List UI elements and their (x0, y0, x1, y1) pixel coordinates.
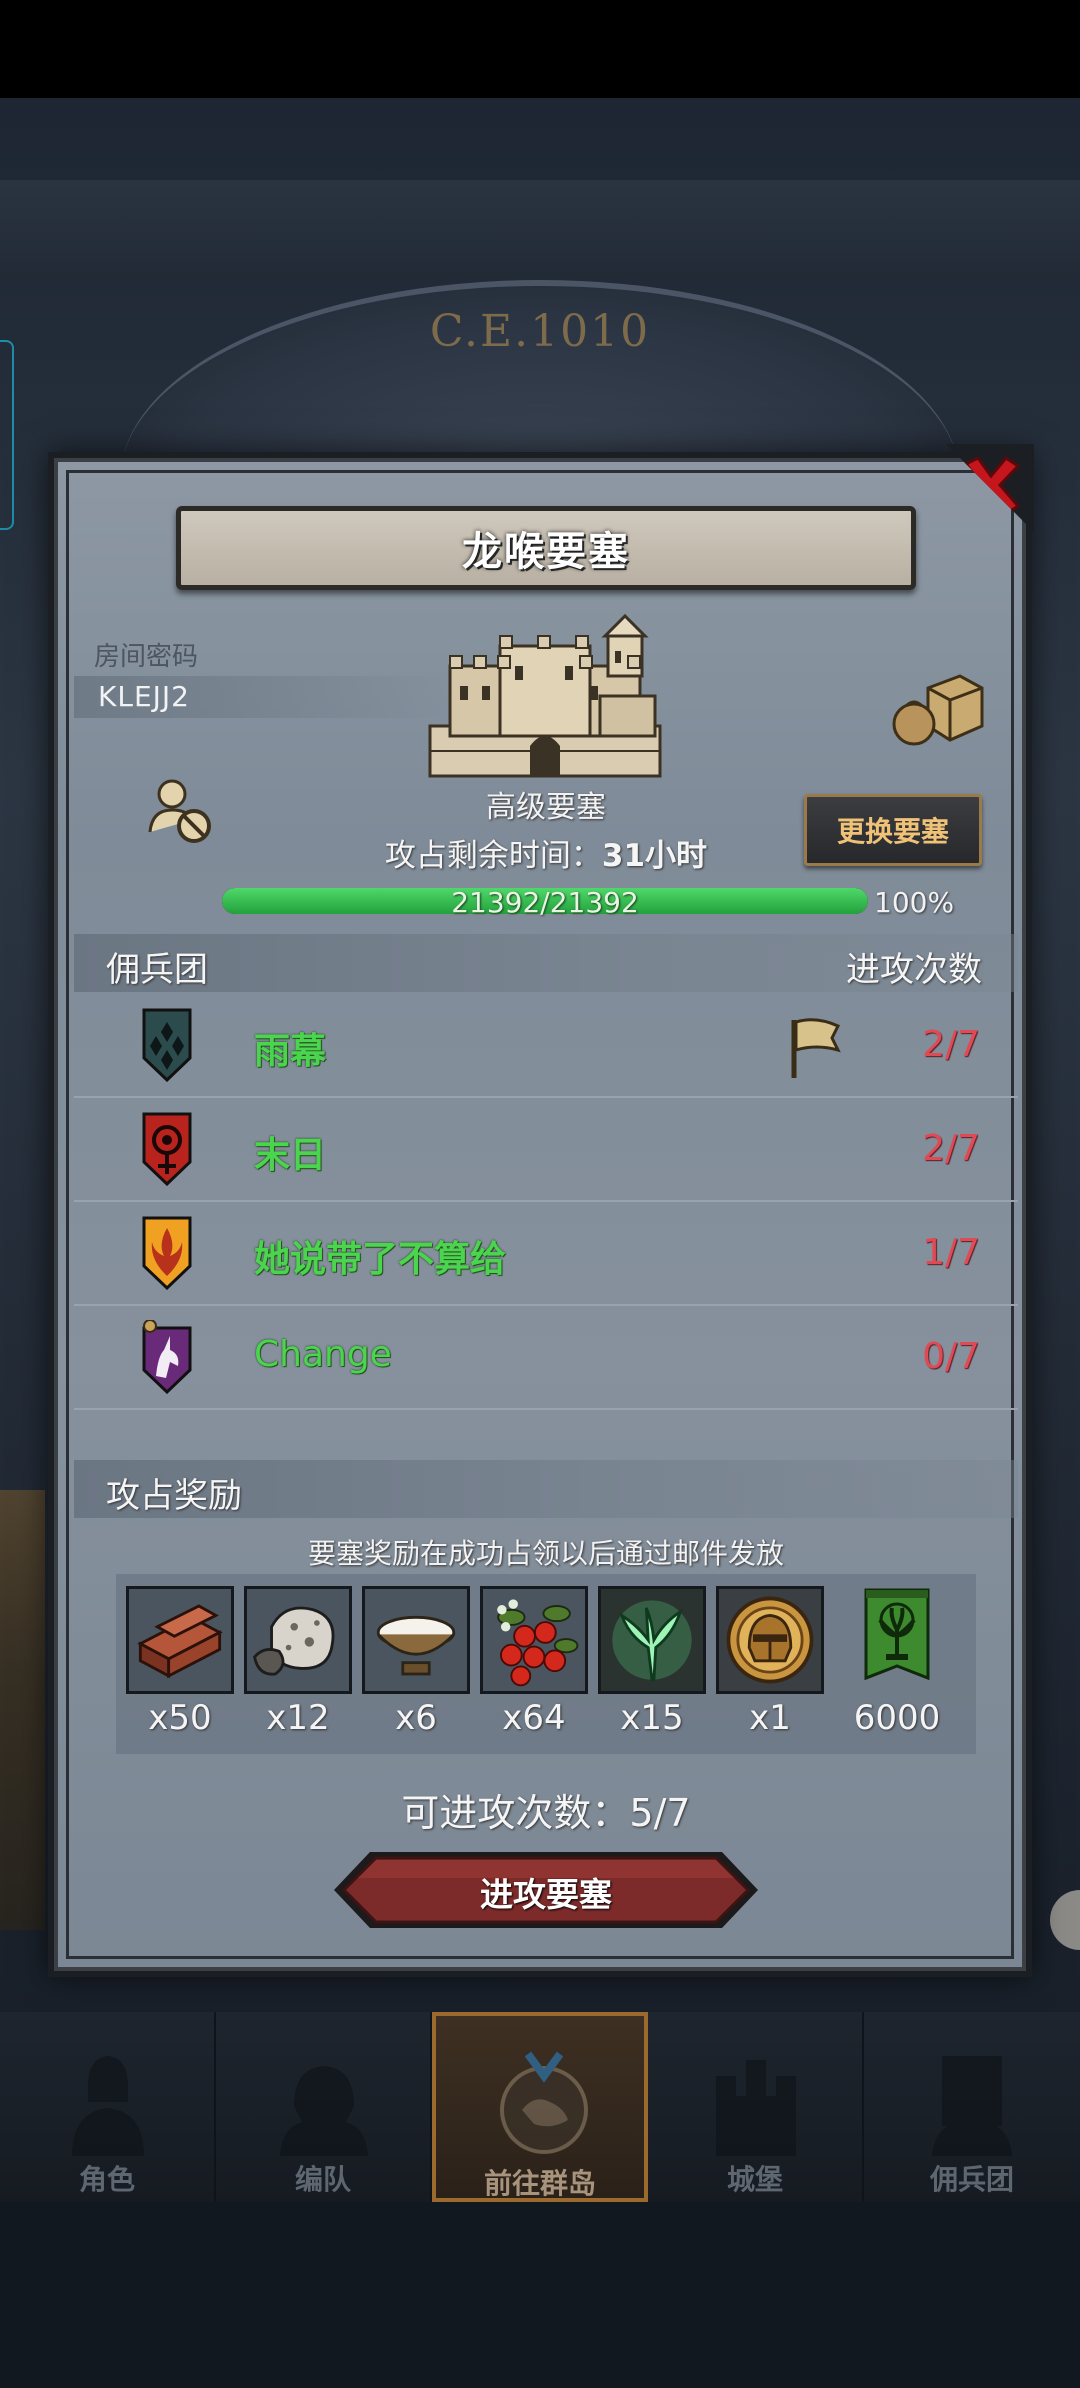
reward-item[interactable]: x15 (598, 1586, 706, 1738)
mercenary-attack-count: 2/7 (922, 1128, 980, 1169)
side-decoration (0, 1490, 45, 1930)
remaining-time-value: 31小时 (601, 838, 708, 874)
fortress-hp-percent: 100% (874, 886, 955, 919)
mercenary-name: 雨幕 (254, 1031, 327, 1072)
reward-slot (480, 1586, 588, 1694)
nav-label: 编队 (294, 2163, 351, 2196)
green-spirit-tree-icon (601, 1589, 703, 1691)
reward-slot (126, 1586, 234, 1694)
mercenary-row[interactable]: 她说带了不算给 1/7 (74, 1202, 1018, 1306)
reward-item[interactable]: x12 (244, 1586, 352, 1738)
red-eye-shield-icon (142, 1112, 192, 1186)
bottom-nav: 角色 编队 前往群岛 城堡 佣兵团 (0, 2012, 1080, 2202)
nav-tab-formation[interactable]: 编队 (216, 2012, 432, 2202)
nav-label: 前往群岛 (483, 2167, 596, 2200)
reward-quantity: x50 (148, 1698, 212, 1738)
helmet-group-icon (280, 2066, 368, 2156)
golden-helmet-coin-icon (719, 1589, 821, 1691)
mercenary-row[interactable]: 末日 2/7 (74, 1098, 1018, 1202)
nav-tab-castle[interactable]: 城堡 (648, 2012, 864, 2202)
reward-slot (834, 1586, 960, 1694)
nav-tab-islands[interactable]: 前往群岛 (432, 2012, 648, 2202)
reward-slot (598, 1586, 706, 1694)
mercenary-attack-count: 0/7 (922, 1336, 980, 1377)
remaining-time-label: 攻占剩余时间： (384, 838, 602, 874)
milk-bowl-icon (365, 1589, 467, 1691)
attack-fortress-label: 进攻要塞 (480, 1875, 612, 1914)
reward-quantity: x12 (266, 1698, 330, 1738)
reward-quantity: x15 (620, 1698, 684, 1738)
reward-quantity: 6000 (853, 1698, 941, 1738)
mercenary-banner-icon (932, 2056, 1012, 2156)
reward-header: 攻占奖励 (106, 1476, 242, 1516)
tree-banner-icon (864, 1588, 930, 1681)
panel-title: 龙喉要塞 (462, 529, 630, 575)
fortress-panel: 龙喉要塞 房间密码 KLEJJ2 高级要塞 更换要塞 攻占剩余时间：31小时 2… (48, 444, 1034, 1977)
attack-count-header: 进攻次数 (846, 950, 982, 990)
title-banner: 龙喉要塞 (176, 506, 916, 590)
reward-quantity: x1 (749, 1698, 791, 1738)
mercenary-name: 末日 (254, 1135, 327, 1176)
close-button[interactable] (946, 444, 1034, 532)
reward-quantity: x64 (502, 1698, 566, 1738)
reward-slot (362, 1586, 470, 1694)
unicorn-shield-icon (142, 1320, 192, 1394)
remaining-time: 攻占剩余时间：31小时 (54, 830, 1038, 875)
nav-label: 城堡 (726, 2163, 783, 2196)
bottom-area (0, 2202, 1080, 2388)
supplies-crate-icon[interactable] (890, 668, 986, 748)
mercenary-header: 佣兵团 (106, 950, 208, 990)
reward-item[interactable]: x6 (362, 1586, 470, 1738)
fortress-castle-icon (428, 613, 662, 778)
attack-fortress-button[interactable]: 进攻要塞 (330, 1848, 762, 1932)
reward-item[interactable]: x64 (480, 1586, 588, 1738)
nav-label: 佣兵团 (929, 2163, 1014, 2196)
reward-item[interactable]: x1 (716, 1586, 824, 1738)
reward-item[interactable]: 6000 (834, 1586, 960, 1738)
berries-icon (483, 1589, 585, 1691)
close-icon (961, 456, 1021, 517)
reward-slot (244, 1586, 352, 1694)
ore-chunk-icon (247, 1589, 349, 1691)
mercenary-row[interactable]: 雨幕 2/7 (74, 994, 1018, 1098)
side-tab[interactable] (0, 340, 14, 530)
mercenary-attack-count: 2/7 (922, 1024, 980, 1065)
reward-item[interactable]: x50 (126, 1586, 234, 1738)
mercenary-attack-count: 1/7 (922, 1232, 980, 1273)
nav-label: 角色 (78, 2163, 135, 2196)
calendar-dial: C.E.1010 (120, 280, 960, 480)
background-band (0, 180, 1080, 280)
calendar-label: C.E.1010 (429, 306, 651, 357)
castle-icon (716, 2060, 796, 2156)
flame-shield-icon (142, 1216, 192, 1290)
mercenary-row[interactable]: Change 0/7 (74, 1306, 1018, 1410)
mercenary-name: 她说带了不算给 (254, 1239, 507, 1280)
attacks-remaining: 可进攻次数：5/7 (401, 1791, 691, 1835)
room-password-label: 房间密码 (94, 642, 199, 672)
nav-tab-mercenary[interactable]: 佣兵团 (864, 2012, 1080, 2202)
room-code[interactable]: KLEJJ2 (98, 680, 190, 713)
knight-icon (72, 2056, 144, 2156)
wood-planks-icon (129, 1589, 231, 1691)
reward-slot (716, 1586, 824, 1694)
mercenary-name: Change (254, 1334, 392, 1375)
diamond-shield-icon (142, 1008, 192, 1082)
compass-map-icon (500, 2051, 588, 2154)
flag-icon (791, 1018, 841, 1078)
reward-quantity: x6 (395, 1698, 437, 1738)
reward-note: 要塞奖励在成功占领以后通过邮件发放 (307, 1537, 784, 1570)
status-bar (0, 0, 1080, 98)
nav-tab-character[interactable]: 角色 (0, 2012, 216, 2202)
fortress-hp-text: 21392/21392 (451, 886, 639, 919)
